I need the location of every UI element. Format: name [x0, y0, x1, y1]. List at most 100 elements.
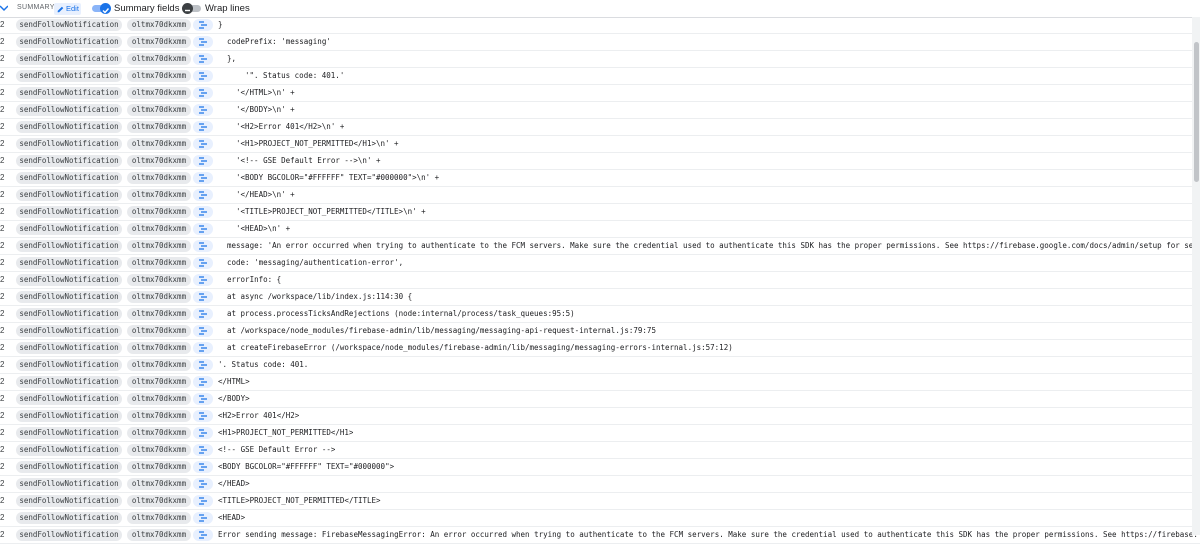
- function-name-chip[interactable]: sendFollowNotification: [16, 291, 122, 303]
- log-row[interactable]: 2 sendFollowNotification oltmx70dkxmm '<HEA…: [0, 221, 1200, 238]
- log-row[interactable]: 2 sendFollowNotification oltmx70dkxmm at cr…: [0, 340, 1200, 357]
- function-name-chip[interactable]: sendFollowNotification: [16, 529, 122, 541]
- execution-id-chip[interactable]: oltmx70dkxmm: [127, 206, 191, 218]
- execution-id-chip[interactable]: oltmx70dkxmm: [127, 257, 191, 269]
- execution-id-chip[interactable]: oltmx70dkxmm: [127, 155, 191, 167]
- execution-id-chip[interactable]: oltmx70dkxmm: [127, 393, 191, 405]
- execution-id-chip[interactable]: oltmx70dkxmm: [127, 87, 191, 99]
- execution-id-chip[interactable]: oltmx70dkxmm: [127, 240, 191, 252]
- scrollbar[interactable]: [1192, 17, 1200, 535]
- log-row[interactable]: 2 sendFollowNotification oltmx70dkxmm '</BO…: [0, 102, 1200, 119]
- execution-id-chip[interactable]: oltmx70dkxmm: [127, 359, 191, 371]
- summary-fields-chip[interactable]: [193, 376, 213, 388]
- summary-fields-chip[interactable]: [193, 461, 213, 473]
- summary-fields-chip[interactable]: [193, 104, 213, 116]
- log-row[interactable]: 2 sendFollowNotification oltmx70dkxmm </HTM…: [0, 374, 1200, 391]
- log-row[interactable]: 2 sendFollowNotification oltmx70dkxmm '". S…: [0, 68, 1200, 85]
- summary-fields-toggle[interactable]: [92, 3, 112, 14]
- execution-id-chip[interactable]: oltmx70dkxmm: [127, 138, 191, 150]
- edit-button[interactable]: Edit: [54, 3, 81, 15]
- log-row[interactable]: 2 sendFollowNotification oltmx70dkxmm <H2>E…: [0, 408, 1200, 425]
- function-name-chip[interactable]: sendFollowNotification: [16, 393, 122, 405]
- execution-id-chip[interactable]: oltmx70dkxmm: [127, 376, 191, 388]
- wrap-lines-toggle[interactable]: [182, 3, 202, 14]
- log-row[interactable]: 2 sendFollowNotification oltmx70dkxmm code:…: [0, 255, 1200, 272]
- function-name-chip[interactable]: sendFollowNotification: [16, 308, 122, 320]
- summary-fields-chip[interactable]: [193, 410, 213, 422]
- summary-fields-chip[interactable]: [193, 155, 213, 167]
- function-name-chip[interactable]: sendFollowNotification: [16, 427, 122, 439]
- execution-id-chip[interactable]: oltmx70dkxmm: [127, 478, 191, 490]
- execution-id-chip[interactable]: oltmx70dkxmm: [127, 427, 191, 439]
- summary-fields-chip[interactable]: [193, 172, 213, 184]
- log-row[interactable]: 2 sendFollowNotification oltmx70dkxmm </BOD…: [0, 391, 1200, 408]
- function-name-chip[interactable]: sendFollowNotification: [16, 70, 122, 82]
- execution-id-chip[interactable]: oltmx70dkxmm: [127, 53, 191, 65]
- function-name-chip[interactable]: sendFollowNotification: [16, 87, 122, 99]
- summary-fields-chip[interactable]: [193, 529, 213, 541]
- execution-id-chip[interactable]: oltmx70dkxmm: [127, 342, 191, 354]
- summary-fields-chip[interactable]: [193, 19, 213, 31]
- log-row[interactable]: 2 sendFollowNotification oltmx70dkxmm at as…: [0, 289, 1200, 306]
- log-row[interactable]: 2 sendFollowNotification oltmx70dkxmm Error…: [0, 527, 1200, 544]
- execution-id-chip[interactable]: oltmx70dkxmm: [127, 274, 191, 286]
- execution-id-chip[interactable]: oltmx70dkxmm: [127, 223, 191, 235]
- execution-id-chip[interactable]: oltmx70dkxmm: [127, 308, 191, 320]
- log-row[interactable]: 2 sendFollowNotification oltmx70dkxmm '<BOD…: [0, 170, 1200, 187]
- execution-id-chip[interactable]: oltmx70dkxmm: [127, 291, 191, 303]
- function-name-chip[interactable]: sendFollowNotification: [16, 410, 122, 422]
- log-row[interactable]: 2 sendFollowNotification oltmx70dkxmm at /w…: [0, 323, 1200, 340]
- summary-fields-chip[interactable]: [193, 359, 213, 371]
- function-name-chip[interactable]: sendFollowNotification: [16, 461, 122, 473]
- summary-fields-chip[interactable]: [193, 257, 213, 269]
- function-name-chip[interactable]: sendFollowNotification: [16, 325, 122, 337]
- summary-fields-chip[interactable]: [193, 342, 213, 354]
- summary-fields-chip[interactable]: [193, 87, 213, 99]
- log-row[interactable]: 2 sendFollowNotification oltmx70dkxmm '</HE…: [0, 187, 1200, 204]
- execution-id-chip[interactable]: oltmx70dkxmm: [127, 121, 191, 133]
- summary-fields-chip[interactable]: [193, 274, 213, 286]
- execution-id-chip[interactable]: oltmx70dkxmm: [127, 70, 191, 82]
- function-name-chip[interactable]: sendFollowNotification: [16, 274, 122, 286]
- summary-fields-chip[interactable]: [193, 325, 213, 337]
- log-row[interactable]: 2 sendFollowNotification oltmx70dkxmm '</HT…: [0, 85, 1200, 102]
- execution-id-chip[interactable]: oltmx70dkxmm: [127, 325, 191, 337]
- log-row[interactable]: 2 sendFollowNotification oltmx70dkxmm <HEAD…: [0, 510, 1200, 527]
- summary-fields-chip[interactable]: [193, 189, 213, 201]
- log-row[interactable]: 2 sendFollowNotification oltmx70dkxmm '. St…: [0, 357, 1200, 374]
- execution-id-chip[interactable]: oltmx70dkxmm: [127, 36, 191, 48]
- log-row[interactable]: 2 sendFollowNotification oltmx70dkxmm}: [0, 17, 1200, 34]
- summary-fields-chip[interactable]: [193, 70, 213, 82]
- function-name-chip[interactable]: sendFollowNotification: [16, 376, 122, 388]
- execution-id-chip[interactable]: oltmx70dkxmm: [127, 189, 191, 201]
- function-name-chip[interactable]: sendFollowNotification: [16, 512, 122, 524]
- summary-fields-chip[interactable]: [193, 478, 213, 490]
- summary-fields-chip[interactable]: [193, 512, 213, 524]
- execution-id-chip[interactable]: oltmx70dkxmm: [127, 172, 191, 184]
- summary-fields-chip[interactable]: [193, 121, 213, 133]
- execution-id-chip[interactable]: oltmx70dkxmm: [127, 104, 191, 116]
- log-row[interactable]: 2 sendFollowNotification oltmx70dkxmm},: [0, 51, 1200, 68]
- function-name-chip[interactable]: sendFollowNotification: [16, 53, 122, 65]
- summary-fields-chip[interactable]: [193, 444, 213, 456]
- log-row[interactable]: 2 sendFollowNotification oltmx70dkxmm <H1>P…: [0, 425, 1200, 442]
- function-name-chip[interactable]: sendFollowNotification: [16, 495, 122, 507]
- execution-id-chip[interactable]: oltmx70dkxmm: [127, 19, 191, 31]
- function-name-chip[interactable]: sendFollowNotification: [16, 257, 122, 269]
- summary-fields-chip[interactable]: [193, 393, 213, 405]
- log-row[interactable]: 2 sendFollowNotification oltmx70dkxmm <TITL…: [0, 493, 1200, 510]
- summary-fields-chip[interactable]: [193, 495, 213, 507]
- execution-id-chip[interactable]: oltmx70dkxmm: [127, 529, 191, 541]
- summary-fields-chip[interactable]: [193, 206, 213, 218]
- log-row[interactable]: 2 sendFollowNotification oltmx70dkxmm <!-- …: [0, 442, 1200, 459]
- log-row[interactable]: 2 sendFollowNotification oltmx70dkxmm at pr…: [0, 306, 1200, 323]
- function-name-chip[interactable]: sendFollowNotification: [16, 121, 122, 133]
- function-name-chip[interactable]: sendFollowNotification: [16, 138, 122, 150]
- log-row[interactable]: 2 sendFollowNotification oltmx70dkxmm '<H2>…: [0, 119, 1200, 136]
- summary-fields-chip[interactable]: [193, 308, 213, 320]
- log-row[interactable]: 2 sendFollowNotification oltmx70dkxmm </HEA…: [0, 476, 1200, 493]
- log-row[interactable]: 2 sendFollowNotification oltmx70dkxmm '<TIT…: [0, 204, 1200, 221]
- function-name-chip[interactable]: sendFollowNotification: [16, 359, 122, 371]
- scrollbar-thumb[interactable]: [1194, 42, 1199, 182]
- function-name-chip[interactable]: sendFollowNotification: [16, 189, 122, 201]
